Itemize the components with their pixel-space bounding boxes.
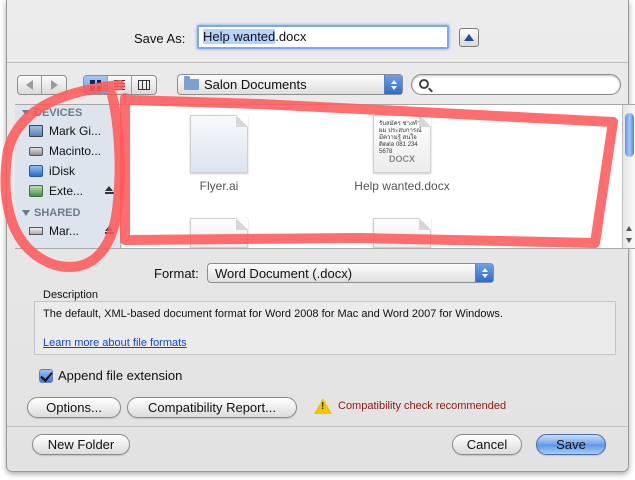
file-browser: DEVICES Mark Gi... Macinto... iDisk Exte… [15, 104, 635, 249]
file-name: Help wanted.docx [354, 179, 450, 193]
filename-selection: Help wanted [203, 29, 276, 44]
eject-icon[interactable] [105, 186, 114, 195]
append-extension-label: Append file extension [58, 368, 183, 383]
popup-arrows-icon [384, 75, 402, 94]
document-preview-text: รับสมัคร ช่างทำผม ประสบการณ์ มีความรู้ ส… [379, 121, 422, 155]
append-extension-option[interactable]: Append file extension [39, 368, 182, 383]
document-file-icon [373, 218, 431, 248]
sidebar-header-shared: SHARED [15, 205, 120, 221]
disclosure-triangle-icon[interactable] [22, 210, 30, 216]
vertical-scrollbar[interactable] [622, 105, 635, 248]
filename-extension: .docx [275, 29, 307, 44]
save-button[interactable]: Save [536, 434, 606, 455]
description-box: The default, XML-based document format f… [34, 301, 616, 355]
file-item-help-wanted[interactable]: รับสมัคร ช่างทำผม ประสบการณ์ มีความรู้ ส… [347, 115, 457, 193]
sidebar-item-idisk[interactable]: iDisk [15, 161, 120, 181]
format-popup[interactable]: Word Document (.docx) [207, 263, 494, 283]
file-item-partial[interactable] [347, 218, 457, 248]
divider [7, 426, 628, 427]
triangle-up-icon [464, 34, 474, 41]
illustrator-file-icon [190, 115, 248, 173]
sidebar-item-label: iDisk [49, 164, 75, 178]
docx-file-icon: รับสมัคร ช่างทำผม ประสบการณ์ มีความรู้ ส… [373, 115, 431, 173]
divider [7, 62, 628, 63]
location-popup[interactable]: Salon Documents [177, 74, 403, 95]
warning-text: Compatibility check recommended [338, 400, 507, 412]
drive-icon [29, 146, 43, 156]
file-item-partial[interactable] [164, 218, 274, 248]
document-file-icon [190, 218, 248, 248]
file-item-flyer[interactable]: Flyer.ai [164, 115, 274, 193]
icon-view-button[interactable] [84, 76, 108, 94]
list-view-button[interactable] [108, 76, 132, 94]
column-view-button[interactable] [132, 76, 156, 94]
sidebar-item-mark-gi[interactable]: Mark Gi... [15, 121, 120, 141]
warning-icon [314, 398, 332, 414]
search-icon [419, 79, 429, 89]
eject-icon[interactable] [105, 226, 114, 235]
sidebar-item-label: Mar... [49, 224, 80, 238]
sidebar-item-external[interactable]: Exte... [15, 181, 120, 201]
back-arrow-icon [26, 80, 33, 90]
compatibility-report-button[interactable]: Compatibility Report... [127, 397, 297, 418]
sidebar-item-label: Exte... [49, 184, 84, 198]
format-label: Format: [154, 266, 199, 281]
idisk-icon [29, 165, 43, 177]
sidebar-item-label: Macinto... [49, 144, 102, 158]
view-mode-control [83, 75, 157, 95]
scroll-up-arrow-icon[interactable] [626, 226, 632, 231]
monitor-icon [29, 125, 43, 137]
format-selected-value: Word Document (.docx) [215, 266, 353, 281]
scrollbar-thumb[interactable] [625, 113, 634, 157]
file-grid: Flyer.ai รับสมัคร ช่างทำผม ประสบการณ์ มี… [122, 105, 622, 248]
column-view-icon [138, 80, 150, 90]
list-view-icon [114, 80, 125, 90]
search-field[interactable] [411, 74, 621, 95]
file-type-label: DOCX [388, 154, 415, 164]
compatibility-warning: Compatibility check recommended [314, 398, 506, 414]
back-button[interactable] [18, 76, 42, 94]
sidebar-item-mar[interactable]: Mar... [15, 221, 120, 241]
icon-view-icon [90, 79, 101, 91]
collapse-dialog-button[interactable] [459, 28, 479, 47]
new-folder-button[interactable]: New Folder [32, 434, 130, 455]
location-label: Salon Documents [204, 77, 307, 92]
sidebar: DEVICES Mark Gi... Macinto... iDisk Exte… [15, 105, 121, 248]
save-dialog: Save As: Help wanted.docx Salon Document… [6, 0, 635, 472]
file-name: Flyer.ai [199, 179, 239, 193]
sidebar-header-devices: DEVICES [15, 105, 120, 121]
back-forward-control [17, 75, 67, 95]
network-icon [29, 227, 43, 235]
external-drive-icon [29, 185, 43, 197]
filename-field[interactable]: Help wanted.docx [197, 25, 449, 49]
forward-arrow-icon [50, 80, 58, 90]
scroll-down-arrow-icon[interactable] [626, 238, 632, 243]
cancel-button[interactable]: Cancel [452, 434, 522, 455]
append-extension-checkbox[interactable] [39, 368, 53, 383]
sidebar-item-macintosh[interactable]: Macinto... [15, 141, 120, 161]
learn-more-link[interactable]: Learn more about file formats [43, 337, 607, 349]
folder-icon [184, 76, 199, 90]
options-button[interactable]: Options... [27, 397, 121, 418]
forward-button[interactable] [42, 76, 66, 94]
sidebar-item-label: Mark Gi... [49, 124, 102, 138]
description-label: Description [43, 289, 99, 301]
save-as-label: Save As: [134, 31, 186, 46]
popup-arrows-icon [475, 264, 493, 282]
disclosure-triangle-icon[interactable] [22, 110, 30, 116]
description-text: The default, XML-based document format f… [43, 308, 503, 320]
